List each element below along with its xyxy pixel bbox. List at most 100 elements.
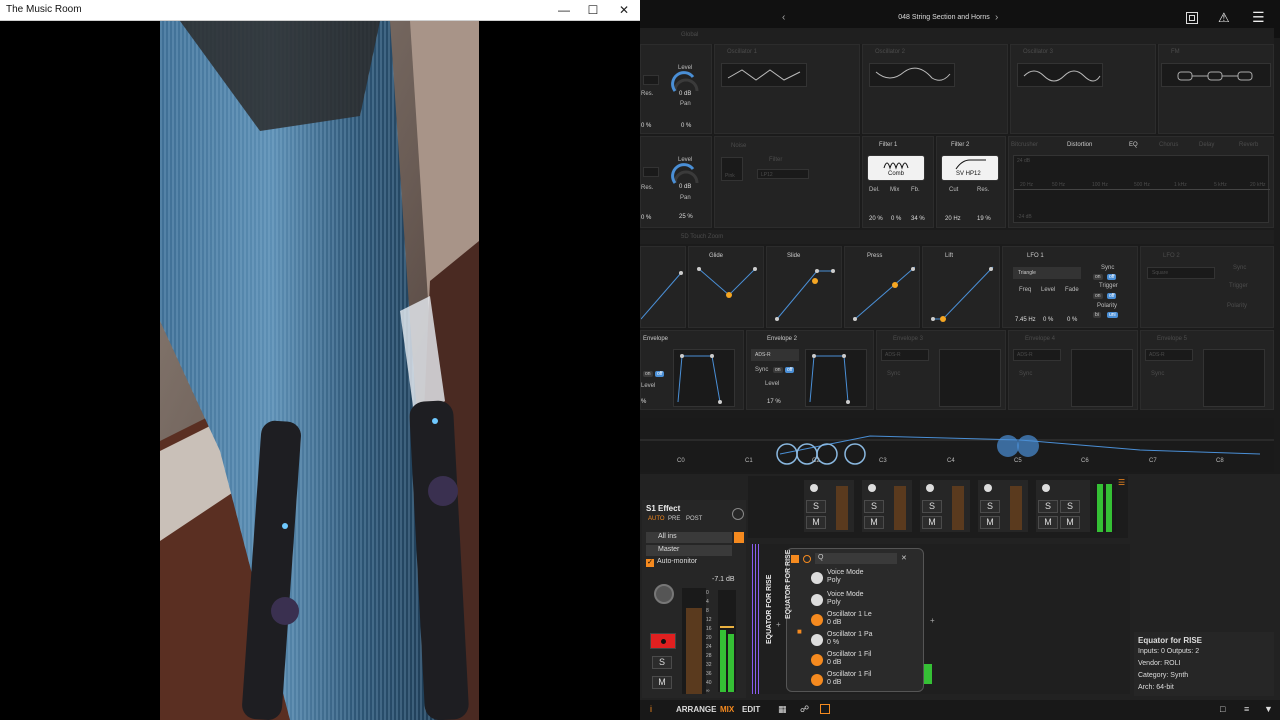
param-row[interactable]: Voice Mode Poly [811, 591, 913, 611]
mod-press-panel: Press [844, 246, 920, 328]
tab-distortion[interactable]: Distortion [1067, 142, 1092, 148]
envelope-3-panel: Envelope 3 ADS-R Sync [876, 330, 1006, 410]
file-icon[interactable]: □ [1220, 704, 1225, 714]
fader-track[interactable] [682, 588, 706, 694]
keyboard-curve[interactable]: C0 C1 C2 C3 C4 C5 C6 C7 C8 [640, 418, 1274, 472]
strip-1-solo-button[interactable]: S [806, 500, 826, 513]
strip-5-mute-button[interactable]: M [1038, 516, 1058, 529]
add-device-right-icon[interactable]: + [930, 616, 935, 625]
device-power-icon[interactable] [791, 555, 799, 563]
level-meter [718, 590, 736, 692]
tab-reverb[interactable]: Reverb [1239, 142, 1258, 148]
param-row[interactable]: Oscillator 1 Fil 0 dB [811, 671, 913, 691]
mod-slide-panel: Slide [766, 246, 842, 328]
device-side-icons[interactable]: ■ [797, 621, 807, 689]
device-chain: EQUATOR FOR RISE + Q ✕ EQUATOR FOR RISE … [752, 544, 1130, 694]
strip-1-mute-button[interactable]: M [806, 516, 826, 529]
device-view-icon[interactable] [820, 704, 830, 714]
search-close-icon[interactable]: ✕ [901, 554, 907, 562]
track-color-strip [752, 544, 760, 694]
param-row[interactable]: Oscillator 1 Le 0 dB [811, 611, 913, 631]
preset-prev-button[interactable]: ‹ [782, 12, 785, 23]
noise-panel: Noise Filter Pink LP12 [714, 136, 860, 228]
oscillator-1-panel: Oscillator 1 [714, 44, 860, 134]
minimize-icon[interactable]: — [549, 0, 579, 21]
info-icon[interactable]: i [650, 704, 652, 714]
strip-6-solo-button[interactable]: S [1060, 500, 1080, 513]
envelope-4-panel: Envelope 4 ADS-R Sync [1008, 330, 1138, 410]
tab-bitcrusher[interactable]: Bitcrusher [1011, 142, 1038, 148]
eq-graph[interactable]: 24 dB -24 dB 20 Hz 50 Hz 100 Hz 500 Hz 1… [1013, 155, 1270, 223]
osc-level-panel-1: Res. 0 % Level 0 dB Pan 0 % [640, 44, 712, 134]
strip-3-mute-button[interactable]: M [922, 516, 942, 529]
device-vertical-label: EQUATOR FOR RISE [766, 574, 773, 644]
envelope-1-panel: Envelope on off Level % [640, 330, 744, 410]
lfo-2-panel: LFO 2 Square Sync Trigger Polarity [1140, 246, 1274, 328]
mix-button[interactable]: MIX [720, 705, 734, 714]
maximize-icon[interactable]: ☐ [578, 0, 608, 21]
key-c6: C6 [1081, 458, 1089, 464]
strip-5-solo-button[interactable]: S [1038, 500, 1058, 513]
mod-strike-panel [640, 246, 686, 328]
strip-4-mute-button[interactable]: M [980, 516, 1000, 529]
param-search-input[interactable]: Q [815, 553, 897, 564]
warning-icon[interactable]: ⚠ [1218, 10, 1230, 26]
window-title: The Music Room [6, 4, 82, 15]
mixer-panel: SM SM SM SM SMSM ☰ [748, 476, 1128, 538]
grid-icon[interactable]: ▦ [778, 704, 787, 715]
pan-knob[interactable] [654, 584, 674, 604]
strip-6-mute-button[interactable]: M [1060, 516, 1080, 529]
track-name: S1 Effect [646, 504, 681, 513]
arrange-button[interactable]: ARRANGE [676, 705, 716, 714]
param-row[interactable]: Oscillator 1 Pa 0 % [811, 631, 913, 651]
strip-3-solo-button[interactable]: S [922, 500, 942, 513]
mod-lift-panel: Lift [922, 246, 1000, 328]
auto-button[interactable]: AUTO [648, 516, 665, 522]
device-remote-icon[interactable] [803, 555, 811, 563]
envelope-2-panel: Envelope 2 ADS-R Sync on off Level 17 % [746, 330, 874, 410]
filter-2-panel: Filter 2 SV HP12 Cut Res. 20 Hz 19 % [936, 136, 1006, 228]
filter-1-panel: Filter 1 Comb Del. Mix Fb. 20 % 0 % 34 % [862, 136, 934, 228]
window-layout-icon[interactable] [1186, 12, 1198, 24]
preset-next-button[interactable]: › [995, 12, 998, 23]
key-c3: C3 [879, 458, 887, 464]
tab-eq[interactable]: EQ [1129, 142, 1138, 148]
key-c7: C7 [1149, 458, 1157, 464]
tab-delay[interactable]: Delay [1199, 142, 1214, 148]
menu-icon[interactable]: ☰ [1252, 9, 1265, 26]
fm-panel: FM [1158, 44, 1274, 134]
effects-panel: Bitcrusher Distortion EQ Chorus Delay Re… [1008, 136, 1274, 228]
pre-button[interactable]: PRE [668, 516, 680, 522]
mixer-view-icon[interactable]: ≡ [1244, 704, 1249, 714]
vr-video-frame [160, 21, 479, 720]
post-button[interactable]: POST [686, 516, 702, 522]
auto-monitor-checkbox[interactable]: ✓ [646, 559, 654, 567]
output-select[interactable]: Master [646, 545, 732, 556]
record-arm-button[interactable] [650, 633, 676, 649]
vr-scene-image [160, 21, 479, 720]
preset-name[interactable]: 048 String Section and Horns [844, 14, 1044, 21]
param-row[interactable]: Oscillator 1 Fil 0 dB [811, 651, 913, 671]
input-select[interactable]: All ins [646, 532, 732, 543]
param-row[interactable]: Voice Mode Poly [811, 569, 913, 589]
add-device-left-icon[interactable]: + [776, 620, 781, 629]
more-icon[interactable]: ▼ [1264, 704, 1273, 714]
gain-value: -7.1 dB [712, 576, 735, 583]
tab-chorus[interactable]: Chorus [1159, 142, 1178, 148]
close-icon[interactable]: ✕ [609, 0, 639, 21]
window-title-bar[interactable]: The Music Room — ☐ ✕ [0, 0, 640, 21]
monitor-toggle[interactable] [734, 532, 744, 543]
strip-2-solo-button[interactable]: S [864, 500, 884, 513]
osc-level-panel-2: Res. 0 % Level 0 dB Pan 25 % [640, 136, 712, 228]
power-icon[interactable] [732, 508, 744, 520]
solo-button[interactable]: S [652, 656, 672, 669]
daw-window: ‹ 048 String Section and Horns › ⚠ ☰ Glo… [640, 0, 1280, 720]
strip-2-mute-button[interactable]: M [864, 516, 884, 529]
edit-button[interactable]: EDIT [742, 705, 760, 714]
touch-zoom-bar: 5D Touch Zoom [640, 230, 1274, 244]
strip-4-solo-button[interactable]: S [980, 500, 1000, 513]
mixer-fx-icons[interactable]: ☰ [1118, 478, 1125, 487]
video-window: The Music Room — ☐ ✕ [0, 0, 640, 720]
mute-button[interactable]: M [652, 676, 672, 689]
link-icon[interactable]: ☍ [800, 704, 809, 715]
